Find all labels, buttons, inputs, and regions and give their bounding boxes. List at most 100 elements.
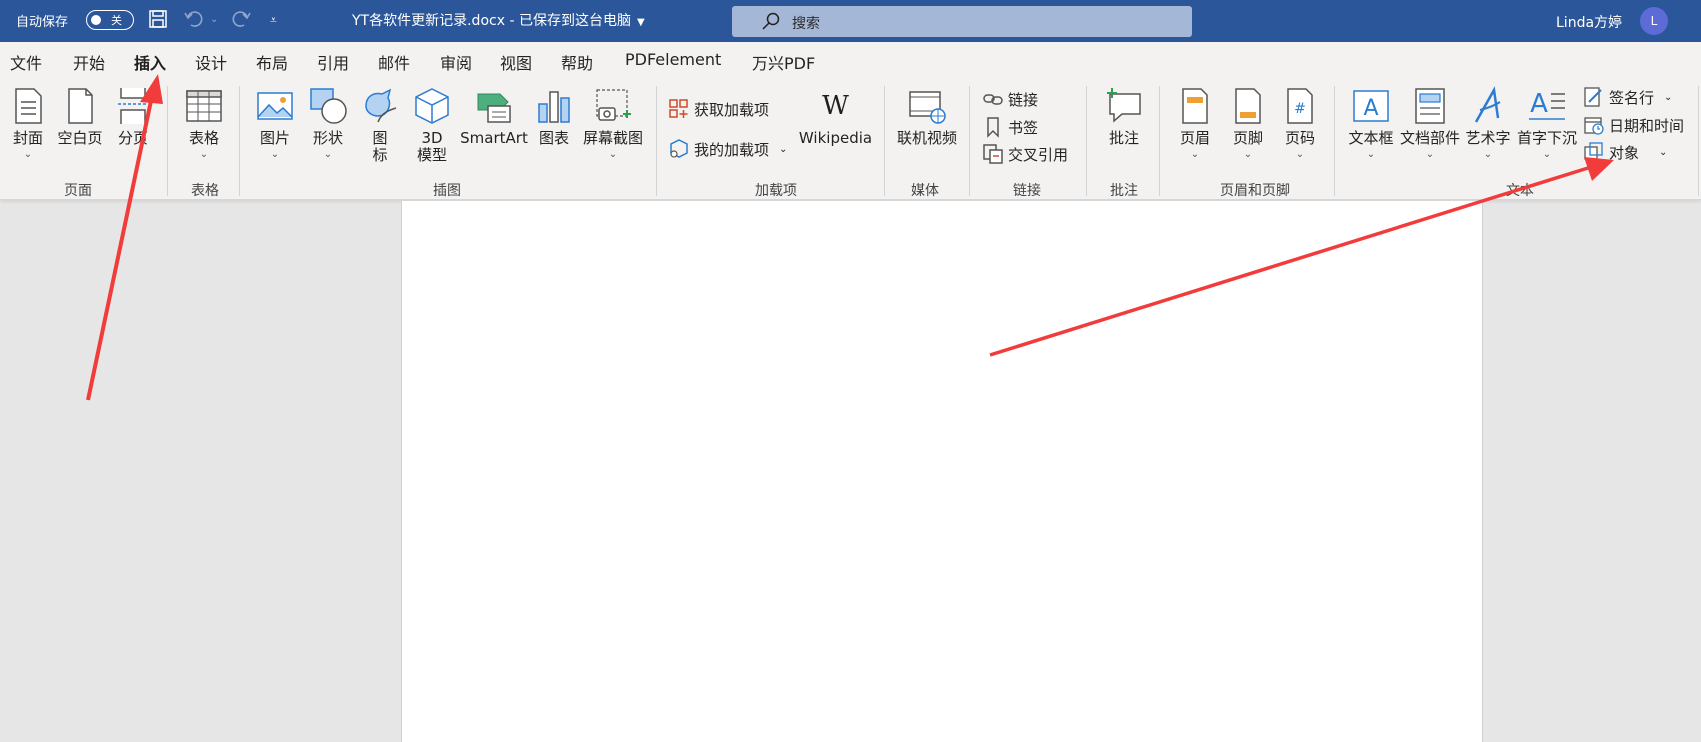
- date-time-label: 日期和时间: [1609, 116, 1685, 135]
- chevron-down-icon: ⌄: [1659, 146, 1668, 158]
- page-break-button[interactable]: 分页: [113, 86, 153, 147]
- tab-insert[interactable]: 插入: [134, 50, 167, 82]
- text-box-button[interactable]: A 文本框 ⌄: [1347, 86, 1395, 160]
- header-label: 页眉: [1179, 129, 1210, 147]
- chevron-down-icon: ⌄: [1243, 149, 1253, 160]
- signature-line-button[interactable]: 签名行 ⌄: [1583, 86, 1672, 108]
- cover-page-button[interactable]: 封面 ⌄: [8, 86, 48, 160]
- group-label-comments: 批注: [1110, 183, 1138, 199]
- object-label: 对象: [1609, 143, 1640, 162]
- my-addins-button[interactable]: 我的加载项 ⌄: [668, 138, 787, 160]
- wordart-button[interactable]: 艺术字 ⌄: [1464, 86, 1512, 160]
- tab-design[interactable]: 设计: [195, 50, 227, 74]
- autosave-label: 自动保存: [16, 15, 69, 30]
- menu-bar: 文件 开始 插入 设计 布局 引用 邮件 审阅 视图 帮助 PDFelement…: [0, 42, 1701, 82]
- 3d-models-label-1: 3D: [421, 129, 443, 147]
- bookmark-button[interactable]: 书签: [982, 116, 1038, 138]
- tab-help[interactable]: 帮助: [561, 50, 593, 74]
- tab-wanxing-pdf[interactable]: 万兴PDF: [752, 50, 815, 74]
- smartart-button[interactable]: SmartArt: [459, 86, 529, 147]
- icons-label-1: 图: [372, 129, 388, 147]
- online-video-button[interactable]: 联机视频: [895, 86, 959, 147]
- customize-toolbar-icon[interactable]: ⩡: [270, 9, 277, 31]
- signature-icon: [1584, 87, 1602, 107]
- page-number-button[interactable]: # 页码 ⌄: [1279, 86, 1321, 160]
- chevron-down-icon: ⌄: [323, 149, 333, 160]
- autosave-state: 关: [111, 14, 122, 27]
- screenshot-label: 屏幕截图: [582, 129, 643, 147]
- bookmark-label: 书签: [1008, 118, 1039, 137]
- footer-button[interactable]: 页脚 ⌄: [1227, 86, 1269, 160]
- cube-icon: [415, 88, 449, 124]
- search-placeholder: 搜索: [792, 16, 820, 32]
- blank-page-button[interactable]: 空白页: [55, 86, 105, 147]
- autosave-toggle[interactable]: 关: [86, 10, 134, 30]
- 3d-models-button[interactable]: 3D 模型: [411, 86, 453, 164]
- header-button[interactable]: 页眉 ⌄: [1174, 86, 1216, 160]
- cross-reference-icon: [983, 144, 1003, 164]
- smartart-label: SmartArt: [460, 129, 528, 147]
- wikipedia-button[interactable]: W Wikipedia: [798, 86, 873, 147]
- tab-file[interactable]: 文件: [10, 50, 42, 74]
- group-divider: [167, 86, 168, 196]
- get-addins-button[interactable]: 获取加载项: [668, 98, 769, 120]
- screenshot-button[interactable]: 屏幕截图 ⌄: [581, 86, 645, 160]
- object-button[interactable]: 对象 ⌄: [1583, 141, 1667, 163]
- document-title[interactable]: YT各软件更新记录.docx - 已保存到这台电脑 ▼: [352, 10, 645, 30]
- online-video-label: 联机视频: [896, 129, 957, 147]
- chevron-down-icon: ⌄: [1483, 149, 1493, 160]
- chevron-down-icon: ▼: [636, 17, 645, 28]
- date-time-button[interactable]: 日期和时间: [1583, 114, 1684, 136]
- comment-button[interactable]: 批注: [1100, 86, 1148, 147]
- pictures-label: 图片: [259, 129, 290, 147]
- text-box-label: 文本框: [1348, 129, 1394, 147]
- comment-label: 批注: [1108, 129, 1139, 147]
- tab-mailings[interactable]: 邮件: [378, 50, 410, 74]
- tab-view[interactable]: 视图: [500, 50, 532, 74]
- chevron-down-icon: ⌄: [199, 149, 209, 160]
- tab-pdfelement[interactable]: PDFelement: [625, 50, 721, 69]
- table-icon: [186, 90, 222, 122]
- tab-home[interactable]: 开始: [73, 50, 105, 74]
- cross-reference-button[interactable]: 交叉引用: [982, 143, 1068, 165]
- drop-cap-button[interactable]: A 首字下沉 ⌄: [1515, 86, 1579, 160]
- shapes-label: 形状: [312, 129, 343, 147]
- quick-parts-button[interactable]: 文档部件 ⌄: [1398, 86, 1462, 160]
- toggle-knob: [91, 15, 101, 25]
- shapes-button[interactable]: 形状 ⌄: [307, 86, 349, 160]
- group-divider: [969, 86, 970, 196]
- group-label-header-footer: 页眉和页脚: [1220, 183, 1290, 199]
- chart-button[interactable]: 图表: [534, 86, 574, 147]
- page-number-icon: #: [1287, 88, 1313, 124]
- avatar[interactable]: L: [1640, 7, 1668, 35]
- tab-layout[interactable]: 布局: [256, 50, 288, 74]
- redo-icon[interactable]: [230, 9, 252, 29]
- tab-references[interactable]: 引用: [317, 50, 349, 74]
- ribbon: 封面 ⌄ 空白页 分页 页面 表格 ⌄ 表格 图片 ⌄ 形状 ⌄ 图 标 3D …: [0, 78, 1701, 200]
- table-label: 表格: [188, 129, 219, 147]
- document-page[interactable]: [401, 201, 1483, 742]
- user-name[interactable]: Linda方婷: [1556, 12, 1622, 32]
- icons-button[interactable]: 图 标: [360, 86, 400, 164]
- undo-dropdown-icon[interactable]: ⌄: [210, 9, 218, 31]
- tab-review[interactable]: 审阅: [440, 50, 472, 74]
- group-label-media: 媒体: [911, 183, 939, 199]
- drop-cap-icon: A: [1529, 89, 1565, 120]
- search-box[interactable]: 搜索: [732, 6, 1192, 37]
- pictures-button[interactable]: 图片 ⌄: [254, 86, 296, 160]
- table-button[interactable]: 表格 ⌄: [183, 86, 225, 160]
- chevron-down-icon: ⌄: [1664, 91, 1673, 103]
- comment-icon: [1107, 88, 1141, 123]
- link-button[interactable]: 链接: [982, 88, 1038, 110]
- save-icon[interactable]: [148, 9, 168, 29]
- header-icon: [1182, 88, 1208, 124]
- chevron-down-icon: ⌄: [270, 149, 280, 160]
- tab-insert-label: 插入: [134, 54, 167, 73]
- screenshot-icon: [596, 89, 631, 121]
- group-label-links: 链接: [1013, 183, 1041, 199]
- undo-icon[interactable]: [183, 9, 205, 29]
- group-label-illustrations: 插图: [433, 183, 461, 199]
- chevron-down-icon: ⌄: [1366, 149, 1376, 160]
- get-addins-label: 获取加载项: [694, 100, 770, 119]
- document-title-text: YT各软件更新记录.docx - 已保存到这台电脑: [352, 13, 631, 29]
